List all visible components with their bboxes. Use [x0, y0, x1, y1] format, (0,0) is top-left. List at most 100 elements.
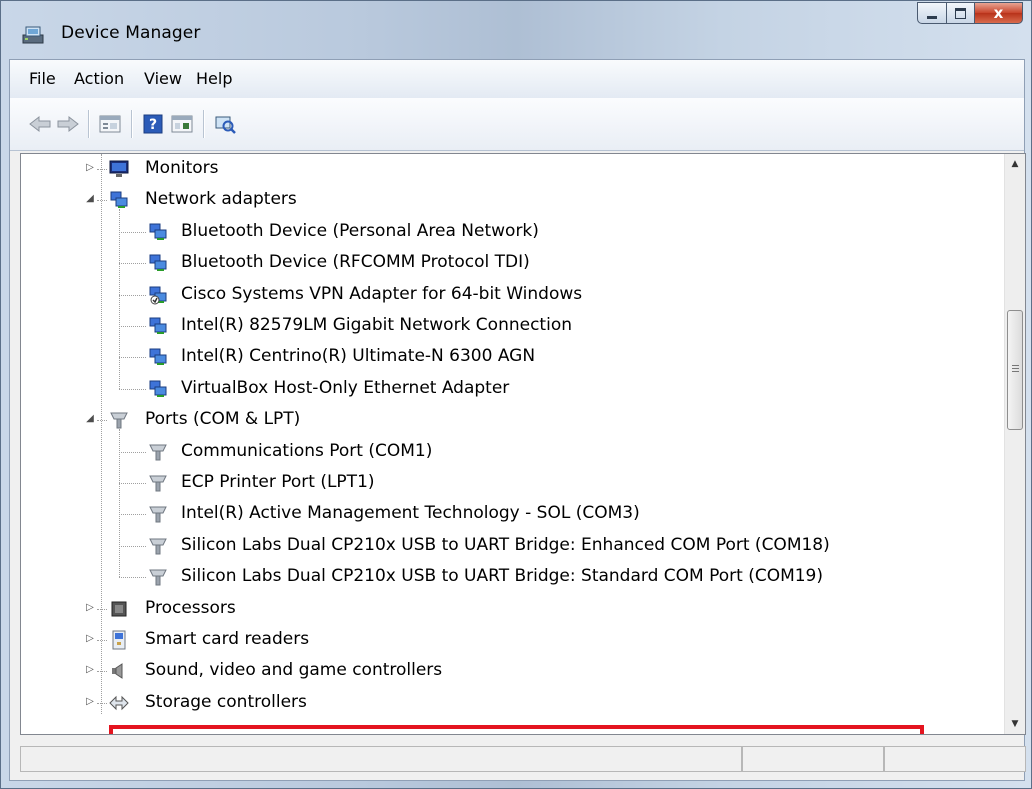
close-button[interactable]: x — [975, 2, 1023, 24]
port-icon — [148, 473, 168, 493]
details-icon — [171, 115, 193, 133]
tree-label: ECP Printer Port (LPT1) — [181, 472, 375, 492]
status-cell-3 — [884, 746, 1026, 772]
tree-device-communications-port-com1[interactable]: Communications Port (COM1) — [21, 437, 1001, 467]
storage-controller-icon — [109, 693, 129, 713]
network-adapter-icon — [148, 379, 168, 399]
status-cell-main — [20, 746, 742, 772]
monitor-icon — [109, 159, 129, 179]
menu-view[interactable]: View — [144, 69, 182, 88]
vertical-scrollbar[interactable]: ▲ ▼ — [1004, 154, 1025, 734]
scan-hardware-button[interactable] — [213, 112, 237, 136]
minimize-button[interactable] — [917, 2, 947, 24]
scroll-up-button[interactable]: ▲ — [1005, 154, 1025, 174]
tree-category-monitors[interactable]: ▷ Monitors — [21, 154, 1001, 184]
maximize-button[interactable] — [947, 2, 975, 24]
port-icon — [148, 442, 168, 462]
menu-bar: File Action View Help — [10, 60, 1024, 99]
network-adapter-icon — [148, 253, 168, 273]
status-bar — [20, 746, 1026, 772]
menu-action[interactable]: Action — [74, 69, 124, 88]
tree-label: Silicon Labs Dual CP210x USB to UART Bri… — [181, 534, 830, 555]
maximize-icon — [955, 7, 966, 19]
tree-device-intel-r-active-management-technology-sol-com3[interactable]: Intel(R) Active Management Technology - … — [21, 499, 1001, 529]
network-adapter-disabled-icon — [148, 285, 168, 305]
expand-arrow-icon[interactable]: ▷ — [85, 163, 95, 173]
tree-device-bluetooth-device-personal-area-network[interactable]: Bluetooth Device (Personal Area Network) — [21, 217, 1001, 247]
port-icon — [148, 504, 168, 524]
back-button[interactable] — [28, 112, 52, 136]
properties-icon — [99, 115, 121, 133]
port-icon — [109, 410, 129, 430]
tree-label: Bluetooth Device (Personal Area Network) — [181, 220, 539, 241]
window-title: Device Manager — [61, 23, 201, 43]
tree-label: Monitors — [145, 158, 219, 178]
tree-device-bluetooth-device-rfcomm-protocol-tdi[interactable]: Bluetooth Device (RFCOMM Protocol TDI) — [21, 248, 1001, 278]
scroll-thumb[interactable] — [1007, 310, 1023, 430]
tree-device-intel-r-centrino-r-ultimate-n-6300-agn[interactable]: Intel(R) Centrino(R) Ultimate-N 6300 AGN — [21, 342, 1001, 372]
help-button[interactable]: ? — [141, 112, 165, 136]
port-icon — [148, 567, 168, 587]
title-bar[interactable]: Device Manager x — [1, 1, 1031, 59]
tree-category-processors[interactable]: ▷ Processors — [21, 594, 1001, 624]
tree-category-ports-com-lpt[interactable]: ◢ Ports (COM & LPT) — [21, 405, 1001, 435]
tree-category-network-adapters[interactable]: ◢ Network adapters — [21, 185, 1001, 215]
tree-device-intel-r-82579lm-gigabit-network-connection[interactable]: Intel(R) 82579LM Gigabit Network Connect… — [21, 311, 1001, 341]
close-icon: x — [993, 4, 1004, 22]
tree-label: Smart card readers — [145, 629, 310, 649]
collapse-arrow-icon[interactable]: ◢ — [85, 414, 95, 424]
tree-label: Ports (COM & LPT) — [145, 409, 301, 430]
tree-device-virtualbox-host-only-ethernet-adapter[interactable]: VirtualBox Host-Only Ethernet Adapter — [21, 374, 1001, 404]
tree-label: Cisco Systems VPN Adapter for 64-bit Win… — [181, 283, 583, 304]
scroll-down-button[interactable]: ▼ — [1005, 714, 1025, 734]
tree-device-silicon-labs-dual-cp210x-usb-to-uart-bridge-standard-com-port-com19[interactable]: Silicon Labs Dual CP210x USB to UART Bri… — [21, 562, 1001, 592]
device-manager-icon — [21, 23, 47, 45]
forward-arrow-icon — [57, 115, 79, 133]
tree-label: Sound, video and game controllers — [145, 660, 443, 681]
tree-category-smart-card-readers[interactable]: ▷ Smart card readers — [21, 625, 1001, 655]
details-button[interactable] — [170, 112, 194, 136]
menu-help[interactable]: Help — [196, 69, 232, 88]
tree-category-sound-video-and-game-controllers[interactable]: ▷ Sound, video and game controllers — [21, 656, 1001, 686]
svg-text:?: ? — [149, 117, 157, 133]
menu-file[interactable]: File — [29, 69, 56, 88]
arrow-up-icon: ▲ — [1011, 159, 1019, 169]
tree-device-silicon-labs-dual-cp210x-usb-to-uart-bridge-enhanced-com-port-com18[interactable]: Silicon Labs Dual CP210x USB to UART Bri… — [21, 531, 1001, 561]
network-adapter-icon — [109, 190, 129, 210]
tree-label: Intel(R) Active Management Technology - … — [181, 503, 640, 524]
device-manager-window: Device Manager x File Action View Help ?… — [0, 0, 1032, 789]
help-icon: ? — [143, 114, 163, 134]
highlight-box — [109, 725, 924, 734]
device-tree[interactable]: ▷ Monitors ◢ Network adapters Bluetooth Devi… — [20, 153, 1026, 735]
tree-label: Bluetooth Device (RFCOMM Protocol TDI) — [181, 252, 530, 273]
status-cell-2 — [742, 746, 884, 772]
tree-label: Processors — [145, 597, 236, 618]
toolbar: ? — [10, 98, 1024, 151]
minimize-icon — [927, 15, 937, 19]
forward-button[interactable] — [56, 112, 80, 136]
tree-device-cisco-systems-vpn-adapter-for-64-bit-windows[interactable]: Cisco Systems VPN Adapter for 64-bit Win… — [21, 280, 1001, 310]
network-adapter-icon — [148, 316, 168, 336]
tree-label: Silicon Labs Dual CP210x USB to UART Bri… — [181, 566, 824, 587]
tree-label: Network adapters — [145, 189, 297, 210]
expand-arrow-icon[interactable]: ▷ — [85, 602, 95, 613]
network-adapter-icon — [148, 347, 168, 367]
smart-card-reader-icon — [109, 630, 129, 650]
tree-label: Storage controllers — [145, 691, 307, 712]
processor-icon — [109, 599, 129, 619]
network-adapter-icon — [148, 222, 168, 242]
expand-arrow-icon[interactable]: ▷ — [85, 696, 95, 707]
properties-button[interactable] — [98, 112, 122, 136]
tree-label: Intel(R) Centrino(R) Ultimate-N 6300 AGN — [181, 346, 536, 367]
scan-hardware-icon — [215, 116, 236, 134]
expand-arrow-icon[interactable]: ▷ — [85, 634, 95, 644]
expand-arrow-icon[interactable]: ▷ — [85, 665, 95, 675]
tree-label: Communications Port (COM1) — [181, 440, 433, 461]
tree-device-ecp-printer-port-lpt1[interactable]: ECP Printer Port (LPT1) — [21, 468, 1001, 498]
collapse-arrow-icon[interactable]: ◢ — [85, 194, 95, 204]
tree-category-storage-controllers[interactable]: ▷ Storage controllers — [21, 688, 1001, 718]
port-icon — [148, 536, 168, 556]
client-area: File Action View Help ? ▷ Monitors ◢ Net… — [9, 59, 1026, 781]
arrow-down-icon: ▼ — [1011, 719, 1019, 729]
tree-label: Intel(R) 82579LM Gigabit Network Connect… — [181, 315, 572, 335]
